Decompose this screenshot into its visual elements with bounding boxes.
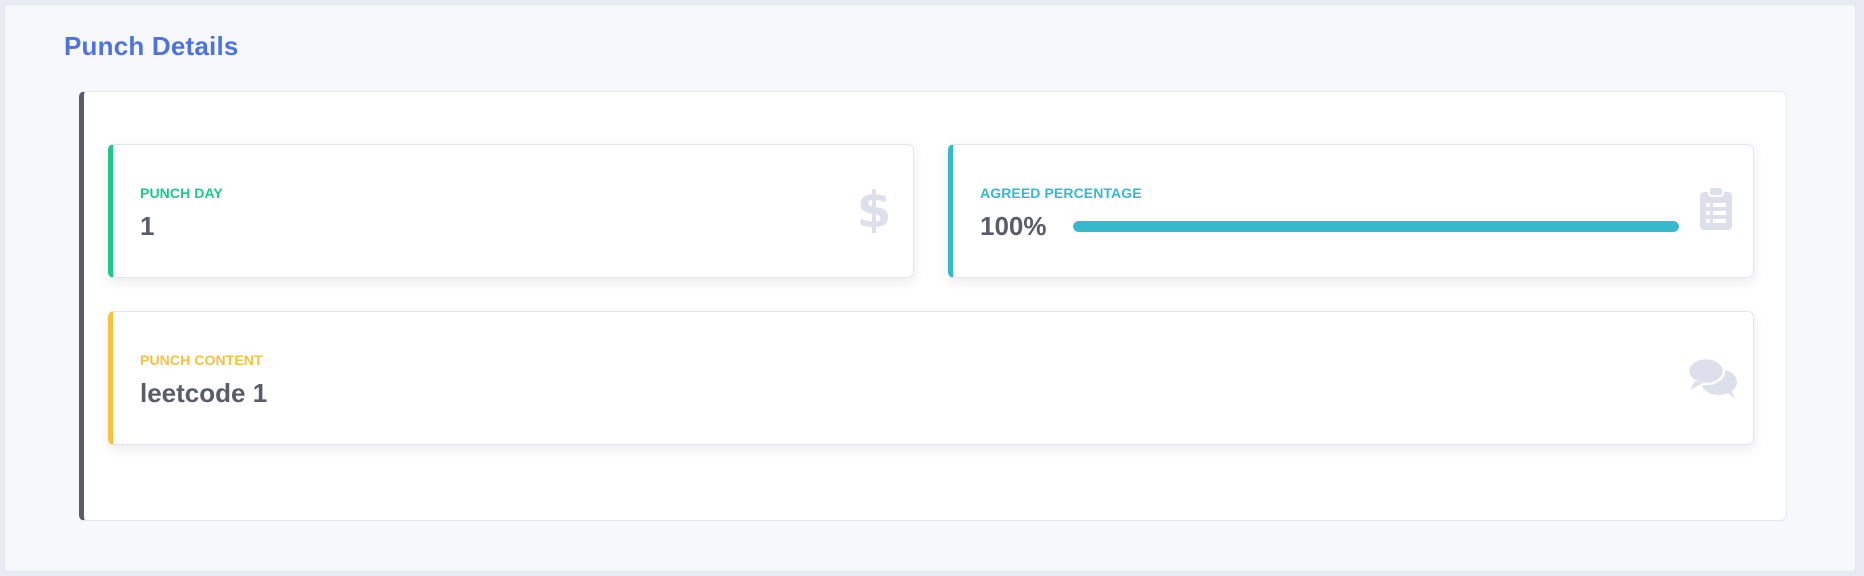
svg-text:$: $ [859, 185, 889, 233]
comments-icon [1687, 356, 1737, 399]
agreed-percentage-card: Agreed Percentage 100% [948, 144, 1754, 278]
punch-content-value: leetcode 1 [140, 378, 268, 408]
progress-fill [1073, 221, 1679, 232]
punch-day-card: Punch Day 1 $ [108, 144, 914, 278]
agreed-percentage-value: 100% [980, 211, 1047, 241]
punch-content-label: Punch Content [140, 352, 263, 368]
clipboard-list-icon [1700, 187, 1732, 230]
punch-day-value: 1 [140, 211, 155, 241]
page-title: Punch Details [64, 31, 239, 61]
agreed-percentage-progress [1073, 221, 1679, 232]
dollar-icon: $ [859, 185, 889, 233]
punch-day-label: Punch Day [140, 185, 223, 201]
page-container: Punch Details Punch Day 1 $ Agreed Perce… [4, 4, 1856, 572]
agreed-percentage-label: Agreed Percentage [980, 185, 1142, 201]
details-panel: Punch Day 1 $ Agreed Percentage 100% [79, 91, 1787, 521]
punch-content-card: Punch Content leetcode 1 [108, 311, 1754, 445]
